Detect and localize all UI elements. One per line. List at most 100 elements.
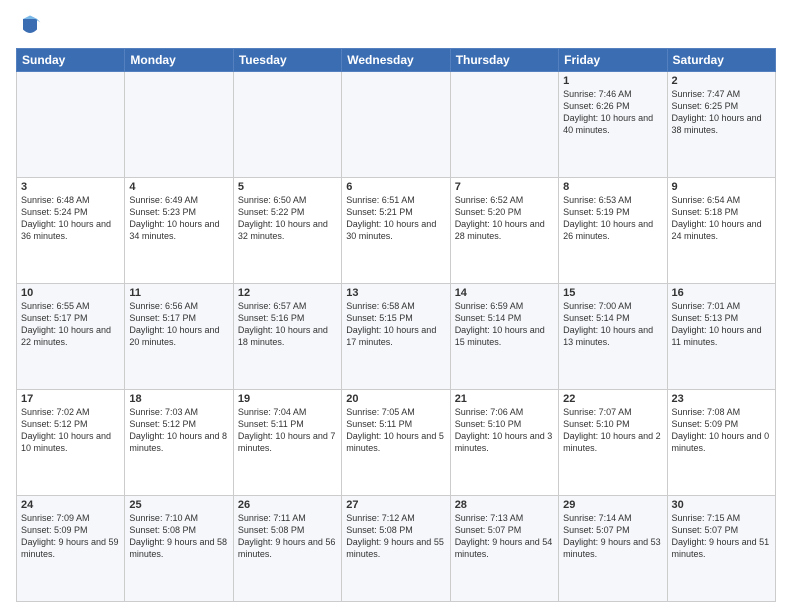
cell-info: Sunrise: 6:58 AM Sunset: 5:15 PM Dayligh… (346, 300, 445, 349)
calendar-cell (233, 72, 341, 178)
day-number: 18 (129, 393, 228, 405)
day-number: 30 (672, 499, 771, 511)
calendar-week-row: 17Sunrise: 7:02 AM Sunset: 5:12 PM Dayli… (17, 390, 776, 496)
day-number: 27 (346, 499, 445, 511)
day-number: 1 (563, 75, 662, 87)
day-of-week-header: Tuesday (233, 49, 341, 72)
day-number: 22 (563, 393, 662, 405)
day-number: 10 (21, 287, 120, 299)
calendar-cell: 25Sunrise: 7:10 AM Sunset: 5:08 PM Dayli… (125, 496, 233, 602)
cell-info: Sunrise: 6:51 AM Sunset: 5:21 PM Dayligh… (346, 194, 445, 243)
day-of-week-header: Thursday (450, 49, 558, 72)
calendar-cell: 20Sunrise: 7:05 AM Sunset: 5:11 PM Dayli… (342, 390, 450, 496)
calendar: SundayMondayTuesdayWednesdayThursdayFrid… (16, 48, 776, 602)
cell-info: Sunrise: 7:46 AM Sunset: 6:26 PM Dayligh… (563, 88, 662, 137)
calendar-week-row: 24Sunrise: 7:09 AM Sunset: 5:09 PM Dayli… (17, 496, 776, 602)
calendar-cell: 9Sunrise: 6:54 AM Sunset: 5:18 PM Daylig… (667, 178, 775, 284)
cell-info: Sunrise: 7:15 AM Sunset: 5:07 PM Dayligh… (672, 512, 771, 561)
day-number: 6 (346, 181, 445, 193)
calendar-cell: 27Sunrise: 7:12 AM Sunset: 5:08 PM Dayli… (342, 496, 450, 602)
calendar-cell: 15Sunrise: 7:00 AM Sunset: 5:14 PM Dayli… (559, 284, 667, 390)
calendar-cell: 24Sunrise: 7:09 AM Sunset: 5:09 PM Dayli… (17, 496, 125, 602)
calendar-cell: 21Sunrise: 7:06 AM Sunset: 5:10 PM Dayli… (450, 390, 558, 496)
day-number: 9 (672, 181, 771, 193)
day-number: 13 (346, 287, 445, 299)
day-number: 14 (455, 287, 554, 299)
header (16, 12, 776, 40)
calendar-cell: 23Sunrise: 7:08 AM Sunset: 5:09 PM Dayli… (667, 390, 775, 496)
calendar-cell: 4Sunrise: 6:49 AM Sunset: 5:23 PM Daylig… (125, 178, 233, 284)
day-number: 28 (455, 499, 554, 511)
cell-info: Sunrise: 6:52 AM Sunset: 5:20 PM Dayligh… (455, 194, 554, 243)
calendar-week-row: 1Sunrise: 7:46 AM Sunset: 6:26 PM Daylig… (17, 72, 776, 178)
logo-icon (16, 12, 44, 40)
cell-info: Sunrise: 7:06 AM Sunset: 5:10 PM Dayligh… (455, 406, 554, 455)
cell-info: Sunrise: 6:55 AM Sunset: 5:17 PM Dayligh… (21, 300, 120, 349)
day-number: 15 (563, 287, 662, 299)
day-number: 8 (563, 181, 662, 193)
day-of-week-header: Saturday (667, 49, 775, 72)
calendar-cell: 12Sunrise: 6:57 AM Sunset: 5:16 PM Dayli… (233, 284, 341, 390)
calendar-cell: 3Sunrise: 6:48 AM Sunset: 5:24 PM Daylig… (17, 178, 125, 284)
day-number: 19 (238, 393, 337, 405)
cell-info: Sunrise: 6:57 AM Sunset: 5:16 PM Dayligh… (238, 300, 337, 349)
cell-info: Sunrise: 7:07 AM Sunset: 5:10 PM Dayligh… (563, 406, 662, 455)
day-number: 11 (129, 287, 228, 299)
day-number: 2 (672, 75, 771, 87)
calendar-cell: 26Sunrise: 7:11 AM Sunset: 5:08 PM Dayli… (233, 496, 341, 602)
day-number: 5 (238, 181, 337, 193)
day-number: 17 (21, 393, 120, 405)
calendar-cell: 28Sunrise: 7:13 AM Sunset: 5:07 PM Dayli… (450, 496, 558, 602)
day-number: 12 (238, 287, 337, 299)
cell-info: Sunrise: 6:54 AM Sunset: 5:18 PM Dayligh… (672, 194, 771, 243)
cell-info: Sunrise: 7:12 AM Sunset: 5:08 PM Dayligh… (346, 512, 445, 561)
logo (16, 12, 48, 40)
day-number: 4 (129, 181, 228, 193)
cell-info: Sunrise: 6:53 AM Sunset: 5:19 PM Dayligh… (563, 194, 662, 243)
day-of-week-header: Monday (125, 49, 233, 72)
day-of-week-header: Friday (559, 49, 667, 72)
day-number: 25 (129, 499, 228, 511)
calendar-cell: 8Sunrise: 6:53 AM Sunset: 5:19 PM Daylig… (559, 178, 667, 284)
day-number: 16 (672, 287, 771, 299)
calendar-cell: 22Sunrise: 7:07 AM Sunset: 5:10 PM Dayli… (559, 390, 667, 496)
calendar-header-row: SundayMondayTuesdayWednesdayThursdayFrid… (17, 49, 776, 72)
cell-info: Sunrise: 7:03 AM Sunset: 5:12 PM Dayligh… (129, 406, 228, 455)
day-number: 26 (238, 499, 337, 511)
cell-info: Sunrise: 6:56 AM Sunset: 5:17 PM Dayligh… (129, 300, 228, 349)
calendar-cell: 14Sunrise: 6:59 AM Sunset: 5:14 PM Dayli… (450, 284, 558, 390)
calendar-cell: 1Sunrise: 7:46 AM Sunset: 6:26 PM Daylig… (559, 72, 667, 178)
day-number: 3 (21, 181, 120, 193)
cell-info: Sunrise: 7:47 AM Sunset: 6:25 PM Dayligh… (672, 88, 771, 137)
calendar-cell (125, 72, 233, 178)
day-number: 7 (455, 181, 554, 193)
calendar-cell: 18Sunrise: 7:03 AM Sunset: 5:12 PM Dayli… (125, 390, 233, 496)
cell-info: Sunrise: 7:13 AM Sunset: 5:07 PM Dayligh… (455, 512, 554, 561)
calendar-cell (342, 72, 450, 178)
day-of-week-header: Sunday (17, 49, 125, 72)
calendar-cell: 16Sunrise: 7:01 AM Sunset: 5:13 PM Dayli… (667, 284, 775, 390)
cell-info: Sunrise: 6:59 AM Sunset: 5:14 PM Dayligh… (455, 300, 554, 349)
cell-info: Sunrise: 7:05 AM Sunset: 5:11 PM Dayligh… (346, 406, 445, 455)
day-of-week-header: Wednesday (342, 49, 450, 72)
cell-info: Sunrise: 7:00 AM Sunset: 5:14 PM Dayligh… (563, 300, 662, 349)
day-number: 21 (455, 393, 554, 405)
calendar-week-row: 10Sunrise: 6:55 AM Sunset: 5:17 PM Dayli… (17, 284, 776, 390)
calendar-cell: 10Sunrise: 6:55 AM Sunset: 5:17 PM Dayli… (17, 284, 125, 390)
day-number: 20 (346, 393, 445, 405)
day-number: 24 (21, 499, 120, 511)
cell-info: Sunrise: 7:04 AM Sunset: 5:11 PM Dayligh… (238, 406, 337, 455)
calendar-cell: 5Sunrise: 6:50 AM Sunset: 5:22 PM Daylig… (233, 178, 341, 284)
calendar-cell: 29Sunrise: 7:14 AM Sunset: 5:07 PM Dayli… (559, 496, 667, 602)
calendar-week-row: 3Sunrise: 6:48 AM Sunset: 5:24 PM Daylig… (17, 178, 776, 284)
day-number: 29 (563, 499, 662, 511)
cell-info: Sunrise: 7:11 AM Sunset: 5:08 PM Dayligh… (238, 512, 337, 561)
cell-info: Sunrise: 6:50 AM Sunset: 5:22 PM Dayligh… (238, 194, 337, 243)
cell-info: Sunrise: 7:14 AM Sunset: 5:07 PM Dayligh… (563, 512, 662, 561)
day-number: 23 (672, 393, 771, 405)
calendar-cell: 2Sunrise: 7:47 AM Sunset: 6:25 PM Daylig… (667, 72, 775, 178)
cell-info: Sunrise: 7:08 AM Sunset: 5:09 PM Dayligh… (672, 406, 771, 455)
calendar-cell: 6Sunrise: 6:51 AM Sunset: 5:21 PM Daylig… (342, 178, 450, 284)
calendar-cell: 13Sunrise: 6:58 AM Sunset: 5:15 PM Dayli… (342, 284, 450, 390)
cell-info: Sunrise: 7:02 AM Sunset: 5:12 PM Dayligh… (21, 406, 120, 455)
